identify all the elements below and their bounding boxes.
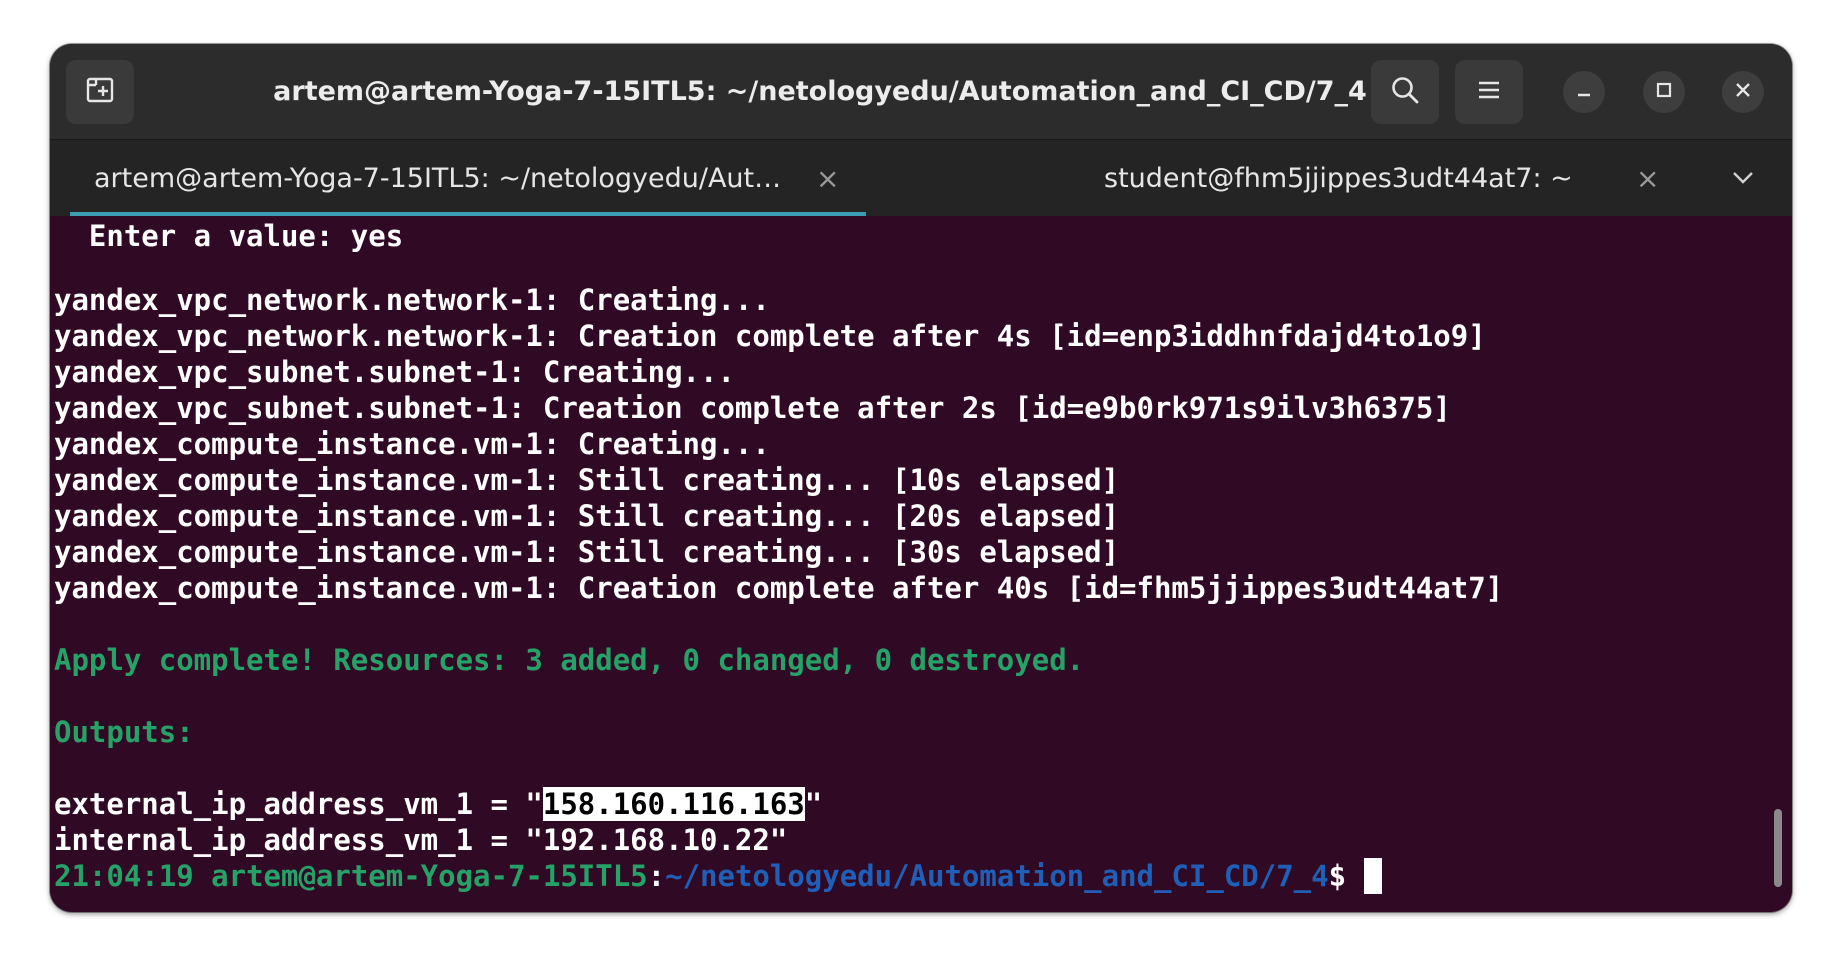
- terminal-line: yandex_vpc_network.network-1: Creating..…: [54, 283, 770, 317]
- apply-complete-line: Apply complete! Resources: 3 added, 0 ch…: [54, 643, 1085, 677]
- tab-label: student@fhm5jjippes3udt44at7: ~: [1104, 163, 1573, 194]
- new-tab-icon: [85, 76, 115, 108]
- header-bar: artem@artem-Yoga-7-15ITL5: ~/netologyedu…: [50, 44, 1792, 139]
- close-icon: [1733, 80, 1753, 104]
- shell-prompt: 21:04:19 artem@artem-Yoga-7-15ITL5:~/net…: [54, 858, 1382, 894]
- terminal-output[interactable]: Enter a value: yes yandex_vpc_network.ne…: [50, 216, 1792, 912]
- terminal-line: yandex_compute_instance.vm-1: Still crea…: [54, 499, 1120, 533]
- new-tab-button[interactable]: [66, 60, 134, 124]
- terminal-line: yandex_compute_instance.vm-1: Creating..…: [54, 427, 770, 461]
- window-title: artem@artem-Yoga-7-15ITL5: ~/netologyedu…: [273, 76, 1367, 107]
- outputs-header: Outputs:: [54, 715, 194, 749]
- scrollbar-thumb[interactable]: [1774, 809, 1782, 887]
- terminal-line: Enter a value: yes: [54, 219, 404, 253]
- maximize-icon: [1654, 80, 1674, 104]
- hamburger-menu-icon: [1476, 79, 1502, 105]
- terminal-line: yandex_compute_instance.vm-1: Still crea…: [54, 535, 1120, 569]
- terminal-line: yandex_vpc_subnet.subnet-1: Creating...: [54, 355, 735, 389]
- terminal-line: yandex_compute_instance.vm-1: Still crea…: [54, 463, 1120, 497]
- terminal-window: artem@artem-Yoga-7-15ITL5: ~/netologyedu…: [50, 44, 1792, 912]
- prompt-dollar: $: [1328, 859, 1364, 893]
- chevron-down-icon: [1730, 172, 1756, 192]
- tab-bar: artem@artem-Yoga-7-15ITL5: ~/netologyedu…: [50, 139, 1792, 217]
- minimize-icon: [1574, 80, 1594, 104]
- menu-button[interactable]: [1455, 60, 1523, 124]
- internal-ip-line: internal_ip_address_vm_1 = "192.168.10.2…: [54, 823, 788, 857]
- prompt-time: 21:04:19: [54, 859, 194, 893]
- search-button[interactable]: [1371, 60, 1439, 124]
- close-button[interactable]: [1722, 71, 1764, 113]
- terminal-line: yandex_vpc_network.network-1: Creation c…: [54, 319, 1486, 353]
- tab-close-icon[interactable]: ×: [1636, 140, 1659, 217]
- tab-local-terminal[interactable]: artem@artem-Yoga-7-15ITL5: ~/netologyedu…: [50, 140, 866, 217]
- terminal-line: yandex_vpc_subnet.subnet-1: Creation com…: [54, 391, 1451, 425]
- search-icon: [1390, 75, 1420, 109]
- minimize-button[interactable]: [1563, 71, 1605, 113]
- prompt-path: ~/netologyedu/Automation_and_CI_CD/7_4: [665, 859, 1329, 893]
- prompt-user-host: artem@artem-Yoga-7-15ITL5: [211, 859, 648, 893]
- terminal-line: yandex_compute_instance.vm-1: Creation c…: [54, 571, 1504, 605]
- selected-external-ip[interactable]: 158.160.116.163: [542, 787, 805, 821]
- tabs-menu-button[interactable]: [1730, 166, 1760, 192]
- external-ip-line: external_ip_address_vm_1 = "158.160.116.…: [54, 786, 822, 822]
- text-cursor: [1363, 858, 1382, 894]
- tab-label: artem@artem-Yoga-7-15ITL5: ~/netologyedu…: [94, 163, 782, 194]
- prompt-colon: :: [647, 859, 666, 893]
- tab-remote-terminal[interactable]: student@fhm5jjippes3udt44at7: ~ ×: [866, 140, 1721, 217]
- external-ip-suffix: ": [804, 787, 823, 821]
- external-ip-prefix: external_ip_address_vm_1 = ": [54, 787, 543, 821]
- maximize-button[interactable]: [1643, 71, 1685, 113]
- tab-close-icon[interactable]: ×: [816, 140, 839, 217]
